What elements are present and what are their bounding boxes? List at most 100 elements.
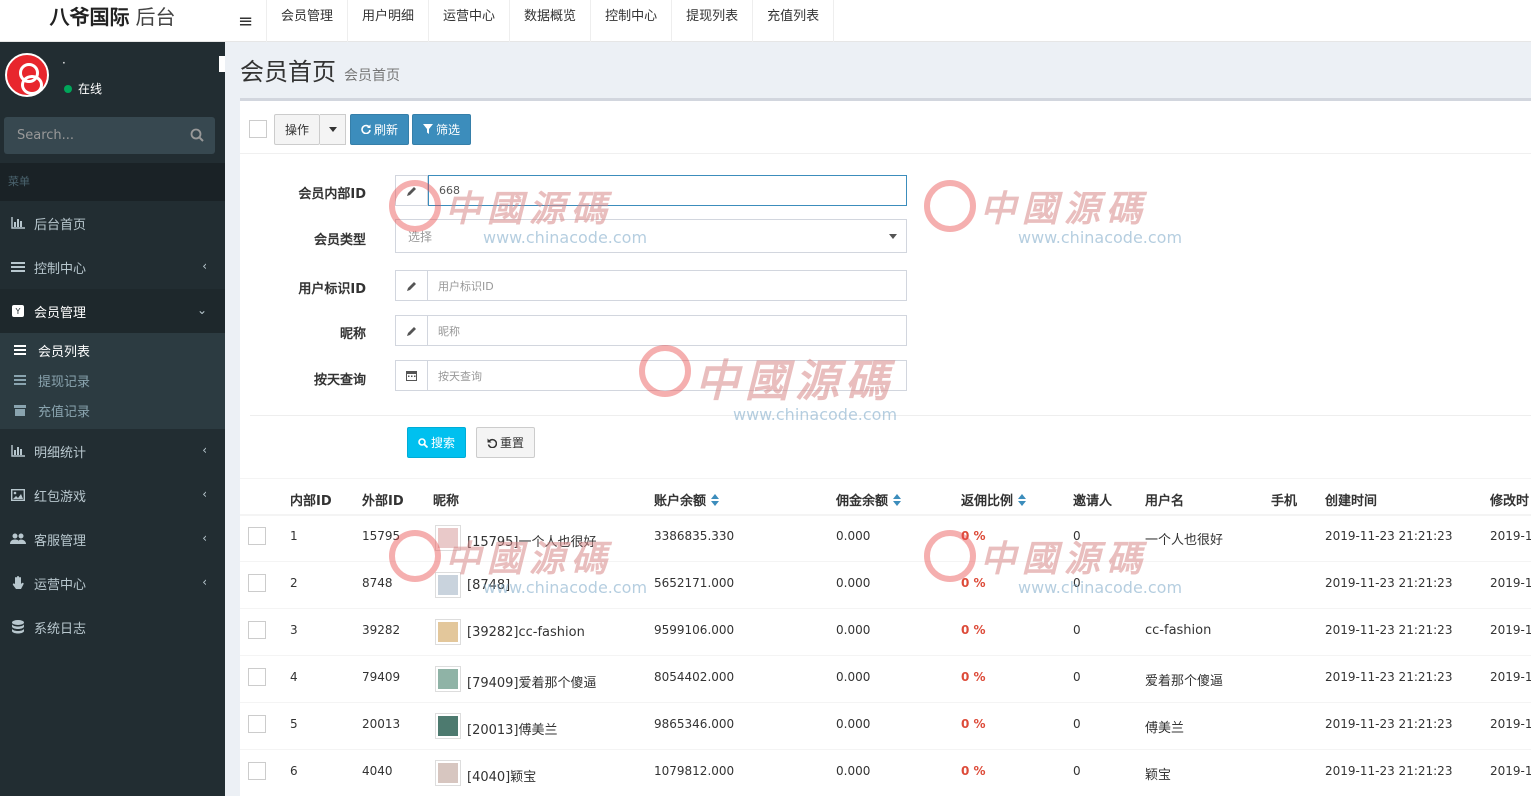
sidebar-item-label: 客服管理 xyxy=(34,533,87,549)
user-status-label: 在线 xyxy=(78,82,103,96)
table-row[interactable]: 2 8748 [8748] 5652171.000 0.000 0 % 0 20… xyxy=(240,562,1531,609)
sidebar-item-member-management[interactable]: Y 会员管理 ⌄ xyxy=(0,289,225,333)
top-nav-user-details[interactable]: 用户明细 xyxy=(348,0,430,42)
reset-button[interactable]: 重置 xyxy=(476,427,536,458)
cell-outer-id: 20013 xyxy=(362,717,401,731)
top-nav-data-overview[interactable]: 数据概览 xyxy=(510,0,592,42)
chevron-left-icon: ‹ xyxy=(202,259,207,273)
cell-modified: 2019-1 xyxy=(1490,576,1531,590)
cell-balance: 8054402.000 xyxy=(654,670,735,684)
row-checkbox[interactable] xyxy=(248,527,266,545)
sidebar-item-dashboard[interactable]: 后台首页 xyxy=(0,201,225,245)
cell-username: 傅美兰 xyxy=(1145,721,1185,736)
cell-created: 2019-11-23 21:21:23 xyxy=(1325,670,1453,684)
table-row[interactable]: 6 4040 [4040]颖宝 1079812.000 0.000 0 % 0 … xyxy=(240,750,1531,796)
avatar[interactable] xyxy=(435,760,461,786)
by-day-input[interactable]: 按天查询 xyxy=(428,360,907,391)
row-checkbox[interactable] xyxy=(248,621,266,639)
reset-label: 重置 xyxy=(500,436,525,450)
form-row-user-tag-id: 用户标识ID 用户标识ID xyxy=(240,270,1531,302)
th-inner-id[interactable]: 内部ID xyxy=(290,490,332,509)
member-type-select[interactable]: 选择 xyxy=(395,219,907,253)
avatar[interactable] xyxy=(435,666,461,692)
sidebar-subitem-recharge-records[interactable]: 充值记录 xyxy=(0,395,225,425)
th-outer-id[interactable]: 外部ID xyxy=(362,490,404,509)
nickname-label: 昵称 xyxy=(339,327,366,342)
search-icon[interactable] xyxy=(190,128,204,142)
avatar[interactable] xyxy=(435,572,461,598)
th-rebate[interactable]: 返佣比例 xyxy=(961,490,1027,509)
cell-rebate: 0 % xyxy=(961,529,986,543)
refresh-button[interactable]: 刷新 xyxy=(350,113,410,145)
table-row[interactable]: 1 15795 [15795]一个人也很好 3386835.330 0.000 … xyxy=(240,515,1531,562)
row-checkbox[interactable] xyxy=(248,574,266,592)
form-row-member-id: 会员内部ID 668 xyxy=(240,175,1531,207)
th-balance[interactable]: 账户余额 xyxy=(654,490,720,509)
top-nav-withdraw-list[interactable]: 提现列表 xyxy=(672,0,754,42)
sidebar-subitem-withdraw-records[interactable]: 提现记录 xyxy=(0,365,225,395)
list-icon xyxy=(14,345,28,355)
member-id-input[interactable]: 668 xyxy=(428,175,907,206)
user-tag-id-input[interactable]: 用户标识ID xyxy=(428,270,907,301)
cell-inviter: 0 xyxy=(1073,576,1081,590)
sidebar-item-customer-service[interactable]: 客服管理 ‹ xyxy=(0,517,225,561)
member-submenu: 会员列表 提现记录 充值记录 xyxy=(0,333,225,429)
sidebar-item-operations[interactable]: 运营中心 ‹ xyxy=(0,561,225,605)
table-row[interactable]: 4 79409 [79409]爱着那个傻逼 8054402.000 0.000 … xyxy=(240,656,1531,703)
row-checkbox[interactable] xyxy=(248,762,266,780)
sidebar-item-detail-stats[interactable]: 明细统计 ‹ xyxy=(0,429,225,473)
panel-edge-marker xyxy=(219,56,225,72)
th-commission[interactable]: 佣金余额 xyxy=(836,490,902,509)
row-checkbox[interactable] xyxy=(248,715,266,733)
table-row[interactable]: 5 20013 [20013]傅美兰 9865346.000 0.000 0 %… xyxy=(240,703,1531,750)
sidebar-item-system-log[interactable]: 系统日志 xyxy=(0,605,225,649)
filter-button[interactable]: 筛选 xyxy=(412,113,472,145)
cell-nickname: [8748] xyxy=(467,578,511,593)
brand-logo[interactable]: 八爷国际 后台 xyxy=(0,0,225,42)
th-modified[interactable]: 修改时 xyxy=(1490,490,1529,509)
user-panel: · 在线 xyxy=(0,42,225,110)
brand-suffix: 后台 xyxy=(135,5,176,29)
caret-down-icon[interactable] xyxy=(320,113,347,145)
avatar[interactable] xyxy=(435,713,461,739)
sort-icon[interactable] xyxy=(1018,493,1027,506)
sidebar-item-control-center[interactable]: 控制中心 ‹ xyxy=(0,245,225,289)
cell-inner-id: 5 xyxy=(290,717,298,731)
top-nav-member-management[interactable]: 会员管理 xyxy=(267,0,349,42)
select-all-checkbox[interactable] xyxy=(249,120,267,138)
cell-username: cc-fashion xyxy=(1145,623,1212,638)
th-username[interactable]: 用户名 xyxy=(1145,490,1184,509)
avatar[interactable] xyxy=(5,53,49,97)
nickname-input[interactable]: 昵称 xyxy=(428,315,907,346)
sidebar-search-input[interactable] xyxy=(4,117,184,154)
avatar[interactable] xyxy=(435,525,461,551)
sidebar-toggle-icon[interactable]: ≡ xyxy=(225,0,267,42)
search-button[interactable]: 搜索 xyxy=(407,427,467,458)
list-icon xyxy=(14,375,28,385)
top-nav-recharge-list[interactable]: 充值列表 xyxy=(753,0,835,42)
bar-chart-icon xyxy=(10,444,26,458)
sort-icon[interactable] xyxy=(711,493,720,506)
bar-chart-icon xyxy=(10,216,26,230)
table-row[interactable]: 3 39282 [39282]cc-fashion 9599106.000 0.… xyxy=(240,609,1531,656)
top-nav-control-center[interactable]: 控制中心 xyxy=(591,0,673,42)
sort-icon[interactable] xyxy=(893,493,902,506)
th-created[interactable]: 创建时间 xyxy=(1325,490,1377,509)
row-checkbox[interactable] xyxy=(248,668,266,686)
pencil-icon xyxy=(395,175,428,206)
hand-icon xyxy=(10,576,26,590)
form-row-by-day: 按天查询 按天查询 xyxy=(240,360,1531,392)
chevron-left-icon: ‹ xyxy=(202,487,207,501)
action-button[interactable]: 操作 xyxy=(274,113,321,145)
sidebar-subitem-member-list[interactable]: 会员列表 xyxy=(0,335,225,365)
th-balance-label: 账户余额 xyxy=(654,494,707,509)
sidebar-subitem-label: 充值记录 xyxy=(38,404,91,420)
th-nickname[interactable]: 昵称 xyxy=(433,490,459,509)
avatar[interactable] xyxy=(435,619,461,645)
th-phone[interactable]: 手机 xyxy=(1271,490,1297,509)
top-nav-operations[interactable]: 运营中心 xyxy=(429,0,511,42)
cell-inner-id: 3 xyxy=(290,623,298,637)
sidebar-item-red-packet-game[interactable]: 红包游戏 ‹ xyxy=(0,473,225,517)
pencil-icon xyxy=(395,315,428,346)
th-inviter[interactable]: 邀请人 xyxy=(1073,490,1112,509)
